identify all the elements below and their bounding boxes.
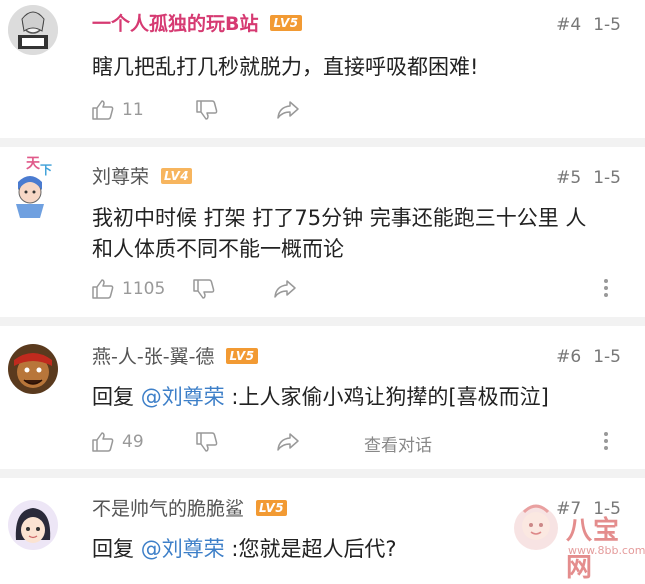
- like-icon: [92, 100, 114, 120]
- share-button[interactable]: [273, 279, 297, 299]
- svg-text:下: 下: [40, 163, 52, 177]
- svg-text:天: 天: [26, 156, 41, 172]
- site-watermark: 八宝网 www.8bb.com: [510, 498, 645, 583]
- avatar[interactable]: 天 下: [8, 152, 66, 222]
- comment-content-line: 和人体质不同不能一概而论: [92, 237, 344, 261]
- username[interactable]: 刘尊荣 LV4: [92, 166, 193, 188]
- comment-content: 回复 @刘尊荣 :上人家偷小鸡让狗撵的[喜极而泣]: [92, 382, 625, 413]
- like-button[interactable]: 49: [92, 432, 144, 452]
- username-text[interactable]: 不是帅气的脆脆鲨: [92, 498, 244, 520]
- like-count: 11: [122, 100, 144, 120]
- comment-actions: 49: [92, 430, 328, 454]
- divider: [0, 469, 645, 478]
- avatar[interactable]: [8, 500, 58, 550]
- comment-content: 瞎几把乱打几秒就脱力，直接呼吸都困难!: [92, 55, 479, 79]
- level-badge: LV5: [270, 14, 302, 31]
- dislike-button[interactable]: [193, 279, 215, 299]
- reply-text: :上人家偷小鸡让狗撵的[喜极而泣]: [224, 385, 549, 409]
- share-button[interactable]: [276, 100, 300, 120]
- comment-meta: #5 1-5: [556, 168, 621, 188]
- comment-actions: 1105: [92, 277, 325, 301]
- level-badge: LV5: [226, 347, 258, 364]
- avatar[interactable]: [8, 344, 58, 394]
- comment-date: 1-5: [593, 347, 621, 367]
- dislike-icon: [195, 432, 217, 452]
- reply-text: :您就是超人后代?: [224, 537, 397, 561]
- share-icon: [276, 433, 299, 451]
- level-badge: LV5: [256, 499, 288, 516]
- comment-meta: #4 1-5: [556, 15, 621, 35]
- watermark-url: www.8bb.com: [568, 544, 645, 557]
- divider: [0, 138, 645, 147]
- dislike-button[interactable]: [195, 100, 218, 120]
- share-icon: [274, 280, 297, 298]
- username-text[interactable]: 一个人孤独的玩B站: [92, 13, 258, 35]
- like-button[interactable]: 1105: [92, 279, 165, 299]
- floor-number: #4: [556, 15, 582, 35]
- like-count: 1105: [122, 279, 166, 299]
- mention-link[interactable]: @刘尊荣: [141, 537, 225, 561]
- comment-content-line: 我初中时候 打架 打了75分钟 完事还能跑三十公里 人: [92, 206, 587, 230]
- comment-date: 1-5: [593, 168, 621, 188]
- dislike-icon: [193, 279, 215, 299]
- more-icon[interactable]: [603, 429, 609, 453]
- comment-item: 一个人孤独的玩B站 LV5 #4 1-5 瞎几把乱打几秒就脱力，直接呼吸都困难! 1…: [0, 0, 645, 138]
- comment-item: 燕-人-张-翼-德 LV5 #6 1-5 回复 @刘尊荣 :上人家偷小鸡让狗撵的[喜…: [0, 326, 645, 469]
- like-icon: [92, 279, 114, 299]
- more-icon[interactable]: [603, 276, 609, 300]
- comment-actions: 11: [92, 98, 328, 122]
- like-count: 49: [122, 432, 144, 452]
- divider: [0, 317, 645, 326]
- reply-prefix: 回复: [92, 385, 141, 409]
- view-conversation-link[interactable]: 查看对话: [364, 431, 432, 456]
- share-button[interactable]: [276, 432, 300, 452]
- mention-link[interactable]: @刘尊荣: [141, 385, 225, 409]
- floor-number: #5: [556, 168, 582, 188]
- share-icon: [276, 101, 299, 119]
- avatar[interactable]: [8, 5, 58, 55]
- username-text[interactable]: 刘尊荣: [92, 166, 149, 188]
- like-icon: [92, 432, 114, 452]
- reply-prefix: 回复: [92, 537, 141, 561]
- username[interactable]: 不是帅气的脆脆鲨 LV5: [92, 498, 288, 520]
- username[interactable]: 一个人孤独的玩B站 LV5: [92, 13, 302, 35]
- comment-item: 天 下 刘尊荣 LV4 #5 1-5 我初中时候 打架 打了75分钟 完事还能跑三十…: [0, 147, 645, 317]
- dislike-button[interactable]: [195, 432, 218, 452]
- dislike-icon: [195, 100, 217, 120]
- username[interactable]: 燕-人-张-翼-德 LV5: [92, 346, 258, 368]
- username-text[interactable]: 燕-人-张-翼-德: [92, 346, 214, 368]
- comment-date: 1-5: [593, 15, 621, 35]
- floor-number: #6: [556, 347, 582, 367]
- like-button[interactable]: 11: [92, 100, 144, 120]
- comment-content: 我初中时候 打架 打了75分钟 完事还能跑三十公里 人 和人体质不同不能一概而论: [92, 203, 625, 265]
- comment-meta: #6 1-5: [556, 347, 621, 367]
- level-badge: LV4: [161, 167, 193, 184]
